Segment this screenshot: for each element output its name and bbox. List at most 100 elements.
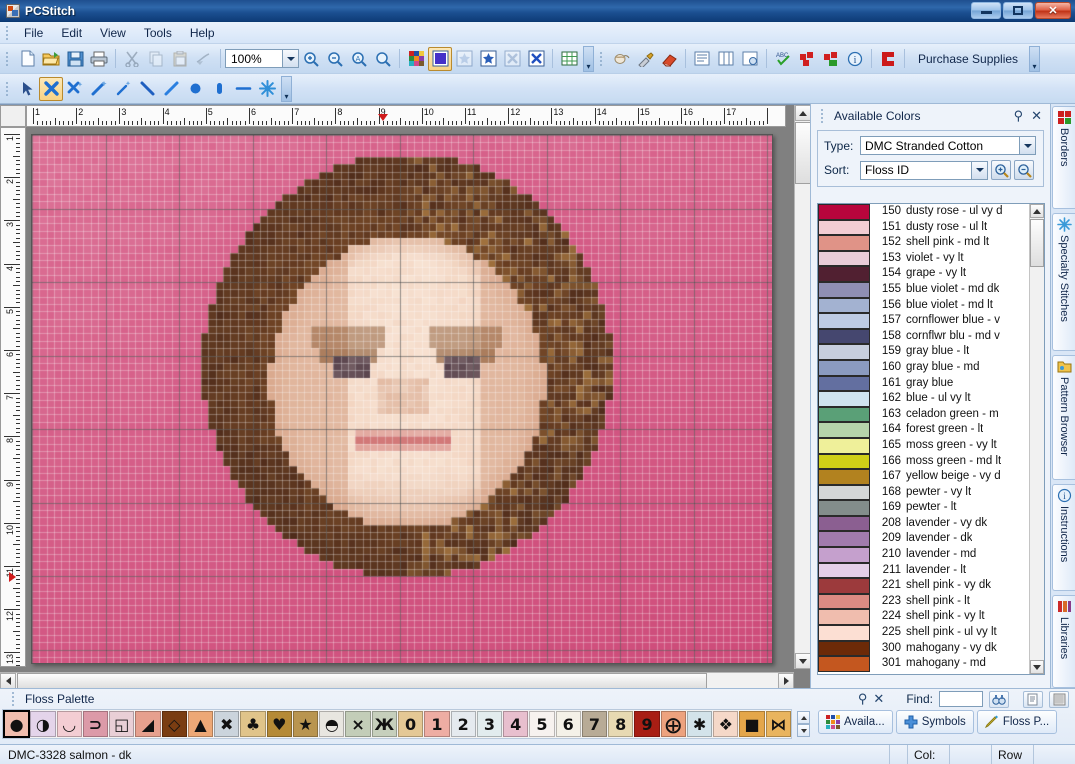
color-list-item[interactable]: 159 gray blue - lt xyxy=(818,344,1029,360)
color-swatch[interactable] xyxy=(818,313,870,329)
menu-help[interactable]: Help xyxy=(181,23,224,43)
color-list-item[interactable]: 154 grape - vy lt xyxy=(818,266,1029,282)
floss-symbol-button[interactable]: ■ xyxy=(739,711,765,737)
grid-pattern-icon[interactable] xyxy=(1049,690,1069,708)
color-list-item[interactable]: 163 celadon green - m xyxy=(818,406,1029,423)
floss-symbol-button[interactable]: ✱ xyxy=(686,711,713,737)
color-swatch[interactable] xyxy=(818,500,870,516)
color-list-item[interactable]: 166 moss green - md lt xyxy=(818,453,1029,470)
floss-symbol-button[interactable]: ❖ xyxy=(713,711,739,737)
zoom-fit-icon[interactable] xyxy=(371,47,395,71)
close-icon[interactable]: ✕ xyxy=(1031,108,1042,124)
purchase-supplies-button[interactable]: Purchase Supplies xyxy=(909,48,1027,70)
horizontal-ruler[interactable]: 1 2 3 4 5 6 7 8 9 10 11 12 13 14 15 16 17 xyxy=(26,105,786,127)
cross-stitch-pattern-canvas[interactable] xyxy=(32,135,772,663)
color-list-item[interactable]: 152 shell pink - md lt xyxy=(818,235,1029,251)
quarter-stitch-icon[interactable] xyxy=(500,47,524,71)
sidebar-item-borders[interactable]: Borders xyxy=(1052,106,1075,210)
cross-stitch-tool[interactable] xyxy=(39,76,63,101)
colors-scroll-up-button[interactable] xyxy=(1030,204,1044,218)
save-disk-icon[interactable] xyxy=(63,47,87,71)
info-icon[interactable]: i xyxy=(843,47,867,71)
toolbar-overflow-2[interactable]: ▾ xyxy=(1029,45,1041,72)
type-select[interactable]: DMC Stranded Cotton xyxy=(860,136,1036,155)
color-list-item[interactable]: 165 moss green - vy lt xyxy=(818,437,1029,454)
pattern-red-icon[interactable] xyxy=(795,47,819,71)
spellcheck-icon[interactable]: ABC xyxy=(771,47,795,71)
floss-symbol-button[interactable]: Ж xyxy=(371,711,397,737)
pin-icon[interactable]: ⚲ xyxy=(858,691,868,707)
chevron-down-icon[interactable] xyxy=(971,161,987,179)
sidebar-item-instructions[interactable]: i Instructions xyxy=(1052,484,1075,591)
floss-symbol-button[interactable]: ◑ xyxy=(30,711,56,737)
sidebar-item-libraries[interactable]: Libraries xyxy=(1052,594,1075,689)
floss-symbol-button[interactable]: ⋈ xyxy=(765,711,791,737)
magnifier-plus-icon[interactable] xyxy=(991,160,1011,180)
panel-grip[interactable] xyxy=(818,108,826,124)
color-swatch[interactable] xyxy=(818,453,870,470)
floss-symbol-button[interactable]: 4 xyxy=(503,711,529,737)
color-list-item[interactable]: 208 lavender - vy dk xyxy=(818,515,1029,532)
color-swatch[interactable] xyxy=(818,281,870,298)
color-list-item[interactable]: 153 violet - vy lt xyxy=(818,250,1029,267)
color-swatch[interactable] xyxy=(818,406,870,423)
color-swatch[interactable] xyxy=(818,531,870,548)
arrow-select-tool[interactable] xyxy=(15,77,39,101)
palette-colors-icon[interactable] xyxy=(404,47,428,71)
scroll-down-button[interactable] xyxy=(795,653,811,669)
toolbar-grip-2[interactable] xyxy=(597,51,605,67)
zoom-input[interactable]: 100% xyxy=(225,49,283,68)
available-colors-list[interactable]: 150 dusty rose - ul vy d 151 dusty rose - u… xyxy=(817,203,1045,675)
color-list-item[interactable]: 162 blue - ul vy lt xyxy=(818,391,1029,407)
menu-edit[interactable]: Edit xyxy=(52,23,91,43)
print-icon[interactable] xyxy=(87,47,111,71)
color-swatch[interactable] xyxy=(818,578,870,594)
list-view-icon[interactable] xyxy=(690,47,714,71)
color-swatch[interactable] xyxy=(818,235,870,251)
backstitch-icon[interactable] xyxy=(524,47,548,71)
three-quarter-stitch-icon[interactable] xyxy=(452,47,476,71)
close-icon[interactable]: ✕ xyxy=(873,691,884,707)
floss-symbol-button[interactable]: ♥ xyxy=(266,711,292,737)
floss-symbol-button[interactable]: 1 xyxy=(424,711,450,737)
color-swatch[interactable] xyxy=(818,593,870,610)
floss-symbol-button[interactable]: ★ xyxy=(292,711,319,737)
binoculars-icon[interactable] xyxy=(989,690,1009,708)
zoom-in-icon[interactable] xyxy=(299,47,323,71)
color-swatch[interactable] xyxy=(818,422,870,438)
floss-symbol-button[interactable]: ⨁ xyxy=(660,711,686,737)
canvas-horizontal-scrollbar[interactable] xyxy=(0,672,794,689)
color-swatch[interactable] xyxy=(818,219,870,236)
toolbar-grip[interactable] xyxy=(3,51,11,67)
color-list-item[interactable]: 169 pewter - lt xyxy=(818,500,1029,516)
color-list-item[interactable]: 168 pewter - vy lt xyxy=(818,484,1029,501)
scroll-left-button[interactable] xyxy=(0,673,16,689)
spinner-up-icon[interactable] xyxy=(797,711,810,724)
color-swatch[interactable] xyxy=(818,484,870,501)
floss-dock-grip[interactable] xyxy=(9,691,17,707)
symbol-row-spinner[interactable] xyxy=(797,711,810,737)
slash-line-tool[interactable] xyxy=(159,77,183,101)
spinner-down-icon[interactable] xyxy=(797,724,810,737)
wand-fill-tool[interactable] xyxy=(87,77,111,101)
paste-icon[interactable] xyxy=(168,47,192,71)
pin-icon[interactable]: ⚲ xyxy=(1014,108,1024,124)
sparkle-tool[interactable] xyxy=(111,77,135,101)
menu-view[interactable]: View xyxy=(91,23,135,43)
horizontal-scroll-thumb[interactable] xyxy=(17,673,707,689)
sidebar-item-pattern-browser[interactable]: Pattern Browser xyxy=(1052,354,1075,481)
zoom-actual-icon[interactable]: A xyxy=(347,47,371,71)
supplies-icon[interactable] xyxy=(876,47,900,71)
color-swatch[interactable] xyxy=(818,562,870,579)
vertical-scroll-thumb[interactable] xyxy=(795,122,811,184)
straight-line-tool[interactable] xyxy=(231,77,255,101)
color-swatch[interactable] xyxy=(818,328,870,345)
floss-symbol-button[interactable]: 8 xyxy=(608,711,634,737)
dot-knot-tool[interactable] xyxy=(183,77,207,101)
menu-file[interactable]: File xyxy=(15,23,52,43)
floss-symbol-button[interactable]: 2 xyxy=(450,711,476,737)
color-list-item[interactable]: 167 yellow beige - vy d xyxy=(818,469,1029,485)
zoom-out-icon[interactable] xyxy=(323,47,347,71)
full-stitch-icon[interactable] xyxy=(428,46,452,71)
toolbar-overflow-3[interactable]: ▾ xyxy=(281,75,292,102)
